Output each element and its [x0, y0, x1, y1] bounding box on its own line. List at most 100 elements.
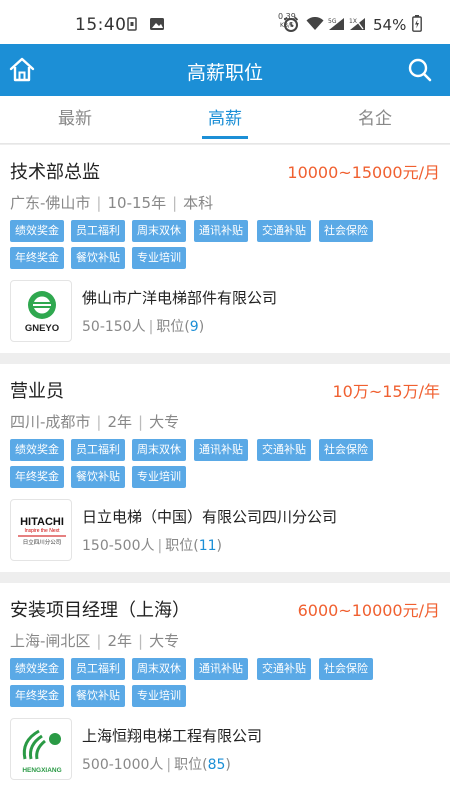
benefit-tag: 绩效奖金 — [10, 439, 64, 461]
benefit-tag: 交通补贴 — [257, 220, 311, 242]
benefit-tag: 年终奖金 — [10, 685, 64, 707]
job-salary: 10万~15万/年 — [332, 382, 440, 401]
logo-caption: 日立四川分公司 — [23, 538, 62, 546]
svg-text:1X: 1X — [349, 18, 357, 25]
svg-text:5G: 5G — [328, 18, 337, 25]
status-time: 15:40 — [75, 15, 127, 35]
benefit-tag: 交通补贴 — [257, 658, 311, 680]
benefit-tag: 员工福利 — [71, 220, 125, 242]
company-logo[interactable]: HENGXIANG — [10, 718, 72, 780]
signal-icon: 1X — [349, 18, 365, 30]
hitachi-logo-icon: HITACHI Inspire the Next 日立四川分公司 — [18, 516, 66, 546]
benefit-tag: 年终奖金 — [10, 466, 64, 488]
job-salary: 10000~15000元/月 — [287, 163, 440, 182]
company-meta: 500-1000人 | 职位(85) — [82, 757, 231, 773]
signal-5g-icon: 5G — [328, 18, 344, 30]
job-title: 技术部总监 — [10, 162, 100, 183]
benefit-tag: 通讯补贴 — [194, 658, 248, 680]
job-card[interactable]: 技术部总监 10000~15000元/月 广东-佛山市 | 10-15年 | 本科 绩效… — [0, 145, 450, 353]
tab-latest-label: 最新 — [58, 109, 92, 129]
job-location: 广东-佛山市 — [10, 194, 91, 212]
benefit-tag: 员工福利 — [71, 658, 125, 680]
battery-percent: 54% — [373, 16, 407, 34]
guangyang-logo-icon: GNEYO — [25, 291, 59, 334]
job-education: 大专 — [149, 413, 180, 431]
job-title: 安装项目经理（上海） — [10, 600, 190, 621]
job-experience: 10-15年 — [107, 194, 167, 212]
benefit-tag: 绩效奖金 — [10, 658, 64, 680]
job-education: 本科 — [183, 194, 214, 212]
company-name: 佛山市广洋电梯部件有限公司 — [82, 289, 278, 307]
job-location: 四川-成都市 — [10, 413, 91, 431]
job-meta: 四川-成都市 | 2年 | 大专 — [10, 413, 180, 431]
benefit-tag: 社会保险 — [319, 658, 373, 680]
job-meta: 上海-闸北区 | 2年 | 大专 — [10, 632, 180, 650]
image-notification-icon — [150, 18, 164, 30]
tab-active-indicator — [202, 136, 248, 139]
job-experience: 2年 — [107, 632, 133, 650]
company-size: 500-1000人 — [82, 757, 164, 773]
job-meta: 广东-佛山市 | 10-15年 | 本科 — [10, 194, 214, 212]
job-card[interactable]: 安装项目经理（上海） 6000~10000元/月 上海-闸北区 | 2年 | 大专 绩效… — [0, 583, 450, 800]
search-button[interactable] — [404, 54, 436, 86]
benefit-tag: 交通补贴 — [257, 439, 311, 461]
battery-charging-icon — [412, 15, 422, 32]
positions-paren-close: ) — [216, 538, 222, 554]
company-name: 日立电梯（中国）有限公司四川分公司 — [82, 508, 338, 526]
status-bar: 15:40 0.39 KB/S 5G 1X 54% — [0, 0, 450, 44]
logo-tagline: Inspire the Next — [24, 528, 60, 534]
tab-famous-companies[interactable]: 名企 — [300, 96, 450, 144]
tab-high-salary[interactable]: 高薪 — [150, 96, 300, 144]
logo-text: HENGXIANG — [22, 767, 61, 774]
hengxiang-logo-icon: HENGXIANG — [22, 729, 62, 774]
benefit-tag: 专业培训 — [132, 247, 186, 269]
company-logo[interactable]: HITACHI Inspire the Next 日立四川分公司 — [10, 499, 72, 561]
positions-label: 职位 — [156, 319, 185, 335]
job-salary: 6000~10000元/月 — [297, 601, 440, 620]
tab-latest[interactable]: 最新 — [0, 96, 150, 144]
positions-count: 9 — [189, 319, 199, 335]
tab-famous-companies-label: 名企 — [358, 109, 392, 129]
job-education: 大专 — [149, 632, 180, 650]
benefit-tag: 餐饮补贴 — [71, 466, 125, 488]
benefit-tag: 周末双休 — [132, 658, 186, 680]
benefit-tag: 专业培训 — [132, 685, 186, 707]
benefit-tag: 绩效奖金 — [10, 220, 64, 242]
benefit-tag: 社会保险 — [319, 220, 373, 242]
tab-high-salary-label: 高薪 — [208, 109, 242, 129]
job-location: 上海-闸北区 — [10, 632, 91, 650]
benefit-tag: 通讯补贴 — [194, 439, 248, 461]
benefit-tag: 周末双休 — [132, 439, 186, 461]
job-card[interactable]: 营业员 10万~15万/年 四川-成都市 | 2年 | 大专 绩效奖金 员工福利 周末双… — [0, 364, 450, 572]
company-size: 150-500人 — [82, 538, 155, 554]
benefit-tag: 年终奖金 — [10, 247, 64, 269]
company-meta: 150-500人 | 职位(11) — [82, 538, 222, 554]
positions-label: 职位 — [165, 538, 194, 554]
benefit-tag: 餐饮补贴 — [71, 247, 125, 269]
logo-text: GNEYO — [25, 323, 59, 334]
benefit-tag: 员工福利 — [71, 439, 125, 461]
page-title: 高薪职位 — [186, 62, 263, 84]
benefit-tag: 社会保险 — [319, 439, 373, 461]
job-experience: 2年 — [107, 413, 133, 431]
company-meta: 50-150人 | 职位(9) — [82, 319, 205, 335]
sim-card-icon — [127, 17, 137, 31]
company-logo[interactable]: GNEYO — [10, 280, 72, 342]
positions-paren-close: ) — [198, 319, 205, 335]
benefit-tag: 通讯补贴 — [194, 220, 248, 242]
positions-count: 11 — [198, 538, 217, 554]
positions-label: 职位 — [174, 757, 203, 773]
positions-paren-close: ) — [225, 757, 231, 773]
benefit-tag: 餐饮补贴 — [71, 685, 125, 707]
wifi-icon — [306, 17, 324, 30]
logo-text: HITACHI — [20, 516, 64, 528]
positions-count: 85 — [207, 757, 226, 773]
company-size: 50-150人 — [82, 319, 146, 335]
app-bar: 高薪职位 — [0, 44, 450, 96]
alarm-icon — [283, 16, 299, 32]
search-icon — [408, 58, 432, 82]
company-name: 上海恒翔电梯工程有限公司 — [82, 727, 263, 745]
tab-bar: 最新 高薪 名企 — [0, 96, 450, 144]
job-title: 营业员 — [10, 381, 64, 402]
benefit-tag: 周末双休 — [132, 220, 186, 242]
